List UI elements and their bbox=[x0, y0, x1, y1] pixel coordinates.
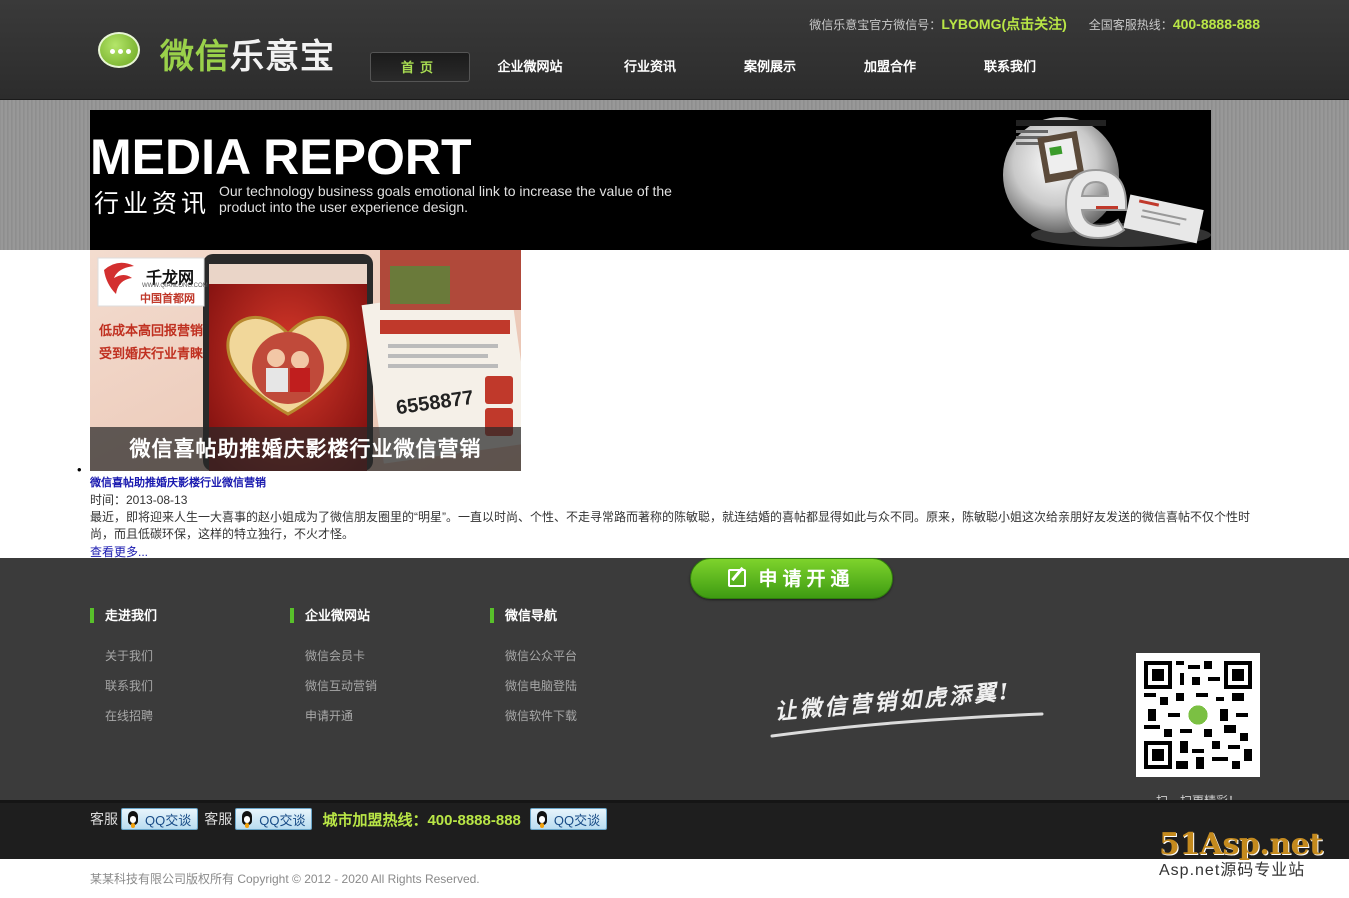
qq-chat-button[interactable]: QQ交谈 bbox=[529, 808, 608, 830]
logo-text-white: 乐意宝 bbox=[230, 36, 335, 77]
qq-chat-label: QQ交谈 bbox=[259, 812, 306, 828]
footer-link-public-platform[interactable]: 微信公众平台 bbox=[505, 641, 670, 671]
footer-column-micro-site: 企业微网站 微信会员卡 微信互动营销 申请开通 bbox=[290, 608, 470, 731]
partner-logo-url: WWW.QIANLONG.COM bbox=[142, 283, 208, 289]
newspaper-e-icon bbox=[1003, 117, 1211, 247]
qr-code bbox=[1136, 653, 1260, 777]
promo-tag-1: 低成本高回报营销 bbox=[99, 323, 204, 338]
wechat-bubbles-icon bbox=[98, 30, 150, 76]
qr-code-icon bbox=[1144, 661, 1252, 769]
article-time: 时间：2013-08-13 bbox=[90, 493, 188, 507]
banner-subtitle-cn: 行业资讯 bbox=[94, 189, 211, 218]
feature-caption: 微信喜帖助推婚庆影楼行业微信营销 bbox=[90, 427, 521, 471]
qq-chat-button[interactable]: QQ交谈 bbox=[121, 808, 199, 830]
apply-button-label: 申请开通 bbox=[758, 568, 855, 590]
watermark-tagline: Asp.net源码专业站 bbox=[1159, 862, 1306, 879]
news-article: 微信喜帖助推婚庆影楼行业微信营销 时间：2013-08-13 最近，即将迎来人生… bbox=[90, 476, 1260, 560]
wechat-id-label: 微信乐意宝官方微信号： bbox=[809, 18, 942, 32]
nav-item-micro-site[interactable]: 企业微网站 bbox=[470, 52, 590, 82]
footer-link-apply[interactable]: 申请开通 bbox=[305, 701, 470, 731]
footer-column-wechat-nav: 微信导航 微信公众平台 微信电脑登陆 微信软件下载 bbox=[490, 608, 670, 731]
footer-link-about-us[interactable]: 关于我们 bbox=[105, 641, 270, 671]
qq-chat-button[interactable]: QQ交谈 bbox=[235, 808, 313, 830]
banner-subtitle-en: Our technology business goals emotional … bbox=[219, 183, 672, 215]
footer-link-interactive-marketing[interactable]: 微信互动营销 bbox=[305, 671, 470, 701]
media-report-banner: MEDIA REPORT 行业资讯 Our technology busines… bbox=[90, 110, 1211, 250]
main-nav: 首页 企业微网站 行业资讯 案例展示 加盟合作 联系我们 bbox=[370, 52, 1070, 82]
service-label: 客服 bbox=[90, 811, 118, 827]
list-bullet: • bbox=[77, 462, 82, 477]
footer-link-careers[interactable]: 在线招聘 bbox=[105, 701, 270, 731]
footer-column-title: 微信导航 bbox=[490, 608, 670, 623]
nav-item-contact[interactable]: 联系我们 bbox=[950, 52, 1070, 82]
footer-column-title: 企业微网站 bbox=[290, 608, 470, 623]
customer-service-row: 客服 QQ交谈 客服 QQ交谈 城市加盟热线：400-8888-888 QQ交谈 bbox=[90, 808, 613, 830]
footer-slogan: 让微信营销如虎添翼! bbox=[770, 678, 1050, 740]
service-label: 客服 bbox=[204, 811, 233, 827]
hotline-number: 400-8888-888 bbox=[1172, 16, 1260, 32]
banner-title: MEDIA REPORT bbox=[90, 129, 472, 185]
qq-penguin-icon bbox=[535, 811, 549, 827]
footer-link-contact-us[interactable]: 联系我们 bbox=[105, 671, 270, 701]
logo-wordmark: 微信乐意宝 bbox=[160, 29, 335, 78]
apply-button[interactable]: 申请开通 bbox=[690, 558, 893, 599]
partner-logo-sub: 中国首都网 bbox=[140, 293, 195, 305]
qq-chat-label: QQ交谈 bbox=[553, 812, 601, 828]
hotline-label: 全国客服热线： bbox=[1088, 18, 1173, 32]
article-body: 最近，即将迎来人生一大喜事的赵小姐成为了微信朋友圈里的“明星”。一直以时尚、个性… bbox=[90, 510, 1251, 541]
brush-stroke-decoration bbox=[770, 712, 1044, 738]
feature-news-image[interactable]: 千龙网 WWW.QIANLONG.COM 中国首都网 低成本高回报营销 受到婚庆… bbox=[90, 250, 521, 471]
nav-item-franchise[interactable]: 加盟合作 bbox=[830, 52, 950, 82]
qq-chat-label: QQ交谈 bbox=[145, 812, 192, 828]
top-info-bar: 微信乐意宝官方微信号：LYBOMG(点击关注) 全国客服热线：400-8888-8… bbox=[809, 14, 1260, 34]
nav-item-home[interactable]: 首页 bbox=[370, 52, 470, 82]
footer-column-title: 走进我们 bbox=[90, 608, 270, 623]
nav-item-cases[interactable]: 案例展示 bbox=[710, 52, 830, 82]
wechat-id-link[interactable]: LYBOMG(点击关注) bbox=[941, 16, 1066, 32]
qq-penguin-icon bbox=[240, 811, 254, 827]
copyright: 某某科技有限公司版权所有 Copyright © 2012 - 2020 All… bbox=[90, 872, 480, 886]
watermark-logo: 51Asp.net bbox=[1159, 827, 1323, 862]
city-hotline: 城市加盟热线：400-8888-888 bbox=[322, 811, 521, 829]
article-title-link[interactable]: 微信喜帖助推婚庆影楼行业微信营销 bbox=[90, 476, 1260, 491]
edit-icon bbox=[728, 569, 747, 587]
site-watermark: 51Asp.net Asp.net源码专业站 bbox=[1159, 828, 1337, 884]
footer-link-member-card[interactable]: 微信会员卡 bbox=[305, 641, 470, 671]
promo-tag-2: 受到婚庆行业青睐 bbox=[99, 346, 204, 361]
nav-item-industry-news[interactable]: 行业资讯 bbox=[590, 52, 710, 82]
footer-link-pc-login[interactable]: 微信电脑登陆 bbox=[505, 671, 670, 701]
qq-penguin-icon bbox=[126, 811, 140, 827]
logo-text-green: 微信 bbox=[160, 36, 230, 77]
footer-link-download[interactable]: 微信软件下载 bbox=[505, 701, 670, 731]
footer-column-about: 走进我们 关于我们 联系我们 在线招聘 bbox=[90, 608, 270, 731]
site-logo[interactable]: 微信乐意宝 bbox=[98, 28, 358, 78]
